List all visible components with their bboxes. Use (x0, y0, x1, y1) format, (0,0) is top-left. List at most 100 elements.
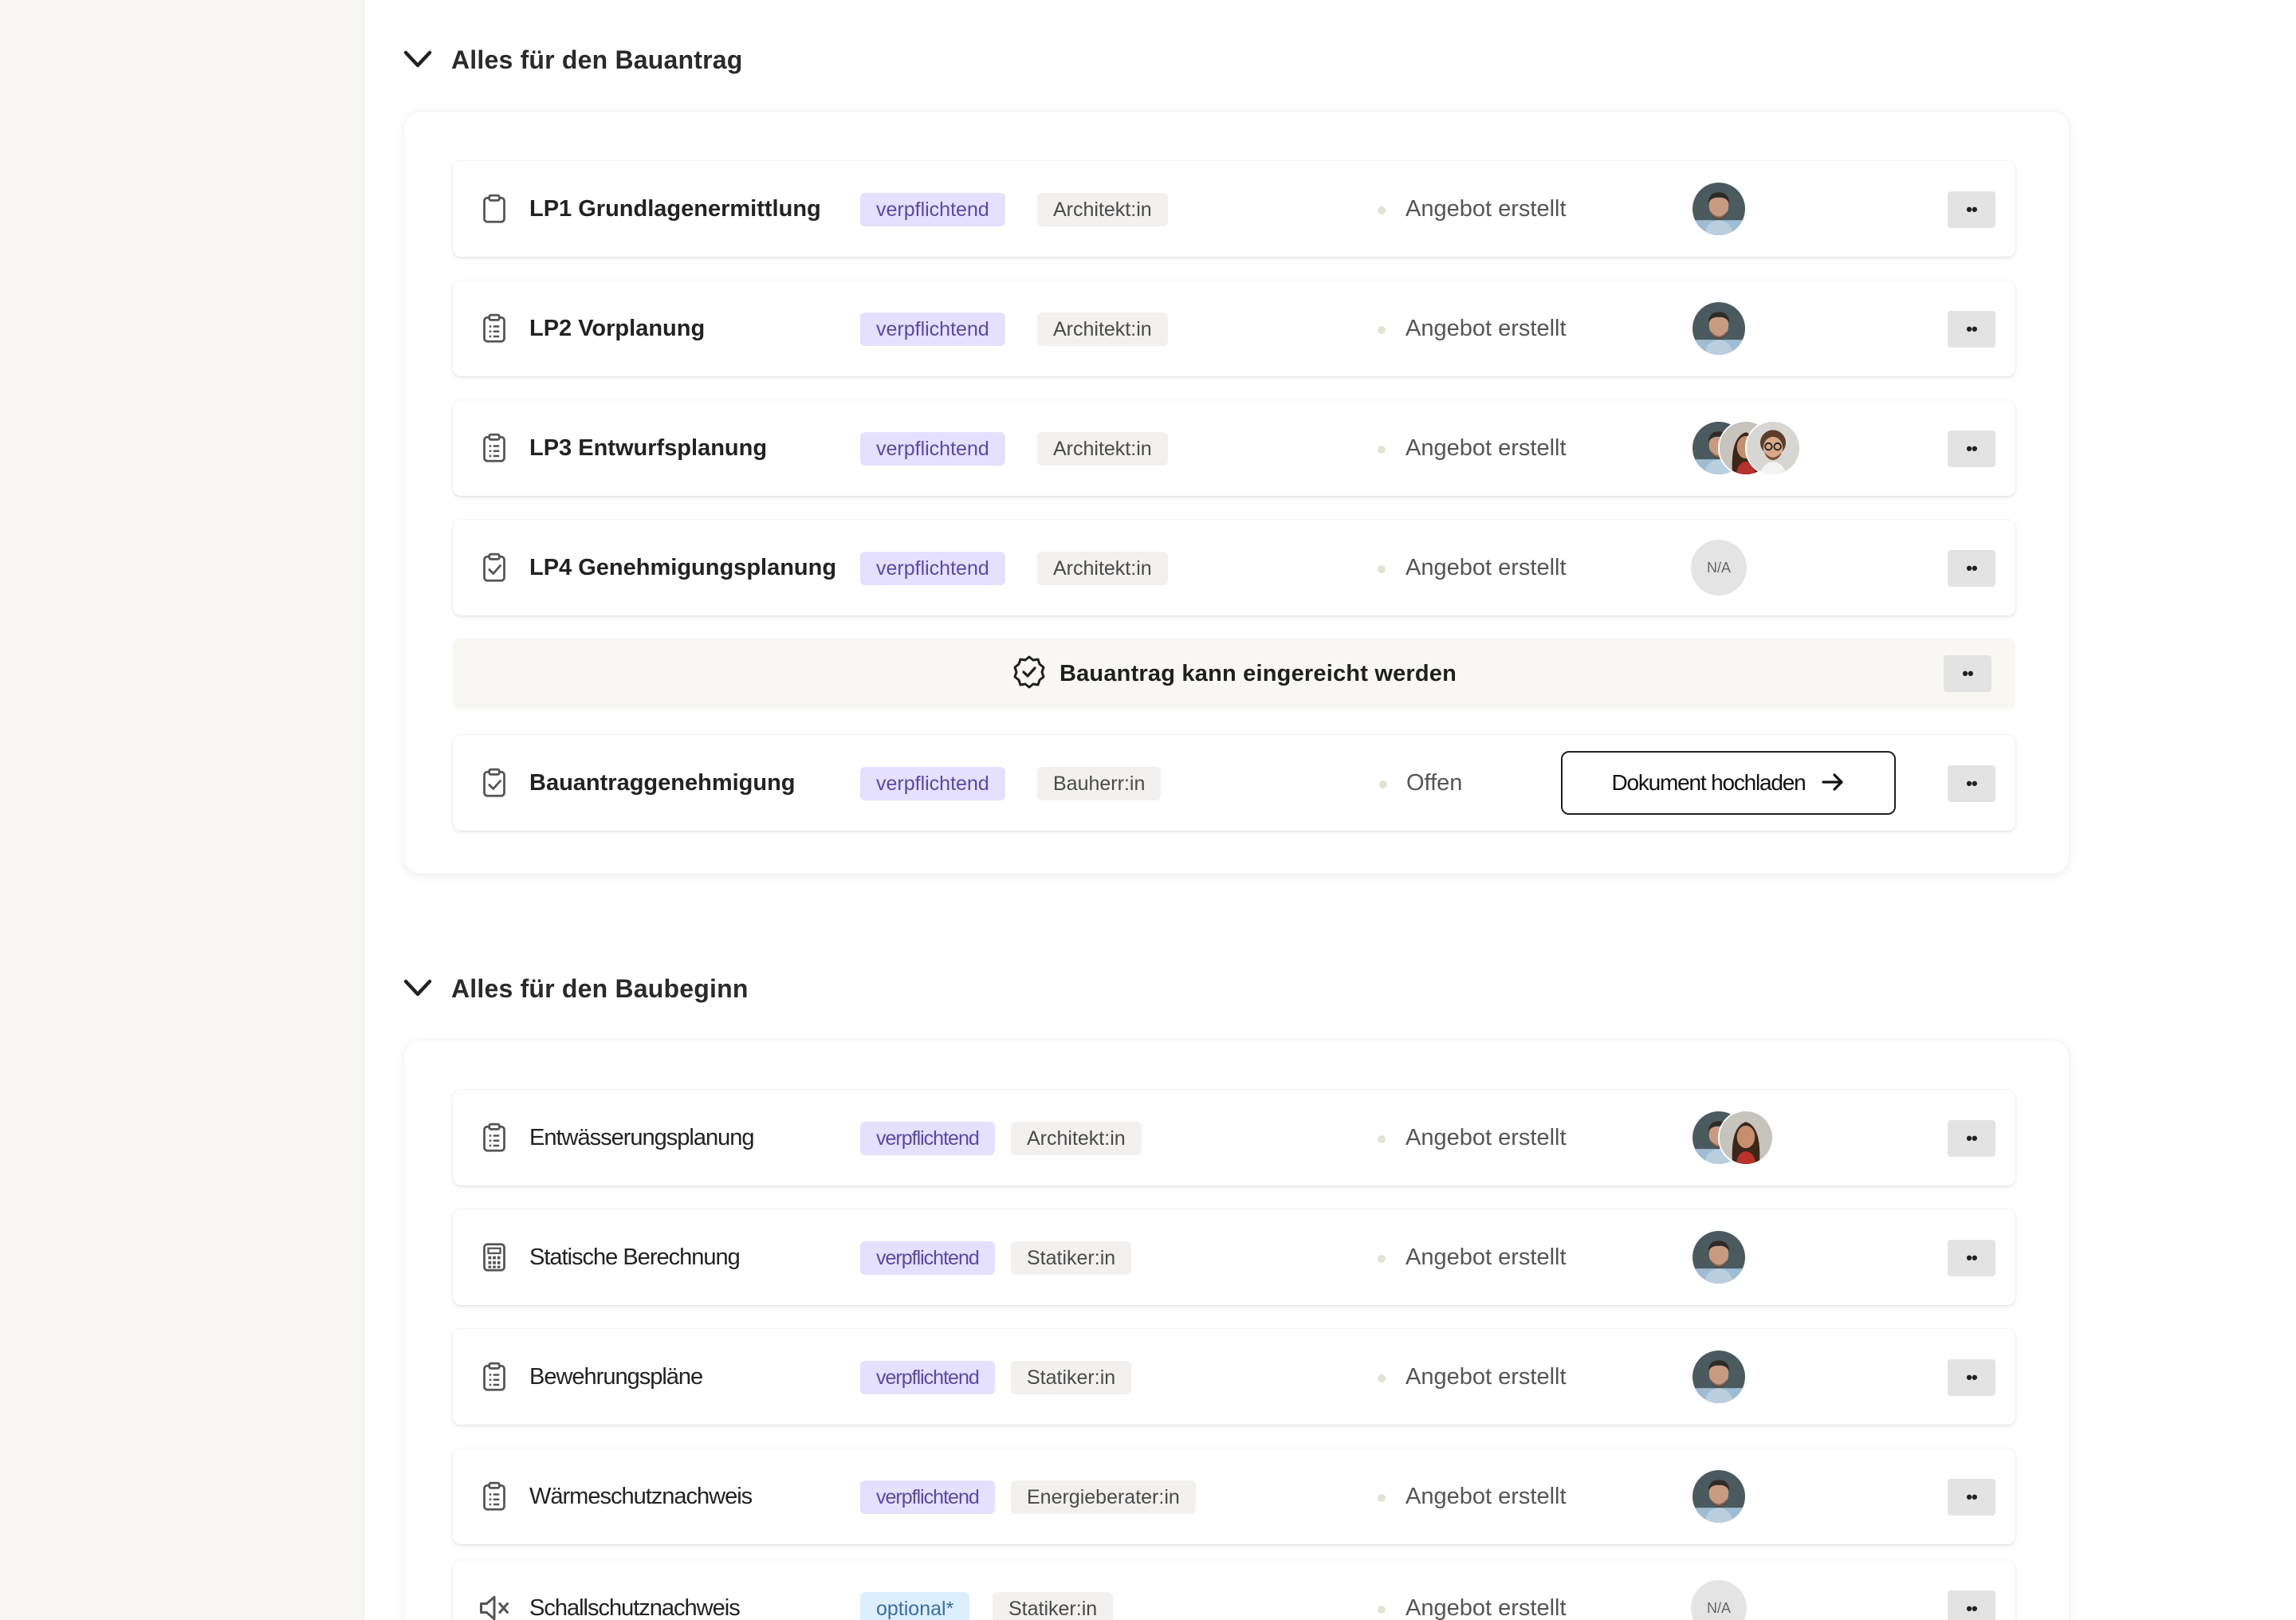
more-options-button[interactable]: •• (1948, 550, 1995, 587)
arrow-right-icon (1820, 769, 1846, 797)
assignee-avatars[interactable] (1691, 1229, 1747, 1285)
role-tag: Architekt:in (1011, 1122, 1142, 1155)
status-dot (1378, 565, 1386, 573)
role-tag: Statiker:in (1011, 1361, 1132, 1394)
task-title: Schallschutznachweis (529, 1595, 741, 1620)
status-text: Offen (1406, 770, 1463, 796)
avatar[interactable] (1691, 301, 1747, 356)
status-text: Angebot erstellt (1406, 1364, 1567, 1390)
assignee-avatars[interactable] (1691, 1110, 1774, 1166)
status-text: Angebot erstellt (1406, 1484, 1567, 1509)
required-tag: verpflichtend (860, 1361, 995, 1394)
task-row[interactable]: LP3 Entwurfsplanung verpflichtend Archit… (453, 400, 2015, 496)
sidebar (0, 0, 364, 1620)
clipboard-icon (475, 190, 513, 228)
required-tag: verpflichtend (860, 193, 1005, 226)
upload-document-button[interactable]: Dokument hochladen (1561, 751, 1896, 815)
task-title: LP3 Entwurfsplanung (529, 435, 768, 461)
badge-check-icon (1012, 655, 1047, 694)
clipboard-list-icon (475, 309, 513, 348)
role-tag: Architekt:in (1037, 552, 1168, 585)
clipboard-check-icon (475, 549, 513, 587)
optional-tag: optional* (860, 1592, 970, 1620)
section-header-bauantrag[interactable]: Alles für den Bauantrag (400, 36, 743, 84)
task-title: Bauantraggenehmigung (529, 770, 796, 796)
task-row[interactable]: Bewehrungspläne verpflichtend Statiker:i… (453, 1329, 2015, 1425)
status-dot (1378, 1606, 1386, 1614)
more-options-button[interactable]: •• (1948, 1359, 1995, 1396)
avatar-placeholder[interactable]: N/A (1691, 1580, 1747, 1620)
clipboard-list-icon (475, 1477, 513, 1516)
more-options-button[interactable]: •• (1948, 1479, 1995, 1516)
more-options-button[interactable]: •• (1948, 1120, 1995, 1157)
status-text: Angebot erstellt (1406, 1125, 1567, 1150)
task-row[interactable]: Entwässerungsplanung verpflichtend Archi… (453, 1090, 2015, 1186)
status-dot (1379, 781, 1387, 788)
more-options-button[interactable]: •• (1948, 1240, 1995, 1276)
task-row[interactable]: Wärmeschutznachweis verpflichtend Energi… (453, 1449, 2015, 1544)
task-row[interactable]: LP1 Grundlagenermittlung verpflichtend A… (453, 161, 2015, 257)
required-tag: verpflichtend (860, 432, 1005, 466)
assignee-avatars[interactable] (1691, 181, 1747, 237)
more-options-button[interactable]: •• (1948, 765, 1995, 802)
task-row[interactable]: Statische Berechnung verpflichtend Stati… (453, 1209, 2015, 1305)
more-options-button[interactable]: •• (1948, 1591, 1995, 1620)
calculator-icon (475, 1238, 513, 1276)
role-tag: Architekt:in (1037, 432, 1168, 466)
section-header-baubeginn[interactable]: Alles für den Baubeginn (400, 965, 749, 1012)
role-tag: Architekt:in (1037, 193, 1168, 226)
task-title: Entwässerungsplanung (529, 1125, 754, 1150)
assignee-avatars[interactable] (1691, 1469, 1747, 1524)
task-title: LP4 Genehmigungsplanung (529, 555, 837, 580)
milestone-text: Bauantrag kann eingereicht werden (1059, 660, 1457, 686)
task-row[interactable]: Bauantraggenehmigung verpflichtend Bauhe… (453, 735, 2015, 831)
more-options-button[interactable]: •• (1948, 431, 1995, 467)
status-dot (1378, 326, 1386, 334)
assignee-avatars[interactable] (1691, 1349, 1747, 1405)
status-text: Angebot erstellt (1406, 435, 1567, 461)
chevron-down-icon (400, 42, 435, 77)
avatar[interactable] (1691, 1469, 1747, 1524)
task-title: Statische Berechnung (529, 1244, 741, 1270)
section-card-baubeginn: Entwässerungsplanung verpflichtend Archi… (404, 1040, 2069, 1620)
task-title: LP2 Vorplanung (529, 316, 706, 341)
assignee-avatars[interactable]: N/A (1691, 1580, 1747, 1620)
avatar[interactable] (1718, 1110, 1774, 1166)
task-row[interactable]: LP4 Genehmigungsplanung verpflichtend Ar… (453, 520, 2015, 615)
task-row[interactable]: LP2 Vorplanung verpflichtend Architekt:i… (453, 281, 2015, 376)
more-options-button[interactable]: •• (1948, 311, 1995, 348)
status-dot (1378, 1494, 1386, 1502)
status-dot (1378, 1135, 1386, 1143)
assignee-avatars[interactable]: N/A (1691, 540, 1747, 596)
main-content: Alles für den Bauantrag LP1 Grundlagener… (364, 0, 2296, 1620)
chevron-down-icon (400, 971, 435, 1006)
clipboard-list-icon (475, 1119, 513, 1157)
required-tag: verpflichtend (860, 313, 1005, 346)
role-tag: Statiker:in (993, 1592, 1114, 1620)
status-text: Angebot erstellt (1406, 316, 1567, 341)
avatar-placeholder[interactable]: N/A (1691, 540, 1747, 596)
more-options-button[interactable]: •• (1948, 191, 1995, 228)
assignee-avatars[interactable] (1691, 301, 1747, 356)
more-options-button[interactable]: •• (1944, 655, 1991, 692)
role-tag: Architekt:in (1037, 313, 1168, 346)
avatar[interactable] (1745, 420, 1801, 476)
status-text: Angebot erstellt (1406, 196, 1567, 222)
speaker-mute-icon (475, 1589, 513, 1620)
clipboard-list-icon (475, 1358, 513, 1396)
role-tag: Bauherr:in (1037, 767, 1162, 800)
task-row[interactable]: Schallschutznachweis optional* Statiker:… (453, 1560, 2015, 1620)
status-text: Angebot erstellt (1406, 1595, 1567, 1620)
section-title: Alles für den Bauantrag (451, 45, 743, 74)
section-card-bauantrag: LP1 Grundlagenermittlung verpflichtend A… (404, 112, 2069, 874)
status-text: Angebot erstellt (1406, 1244, 1567, 1270)
avatar[interactable] (1691, 1349, 1747, 1405)
upload-button-label: Dokument hochladen (1611, 770, 1806, 795)
task-title: Wärmeschutznachweis (529, 1484, 753, 1509)
status-dot (1378, 446, 1386, 454)
role-tag: Energieberater:in (1011, 1480, 1196, 1514)
status-dot (1378, 1255, 1386, 1263)
avatar[interactable] (1691, 181, 1747, 237)
avatar[interactable] (1691, 1229, 1747, 1285)
assignee-avatars[interactable] (1691, 420, 1801, 476)
